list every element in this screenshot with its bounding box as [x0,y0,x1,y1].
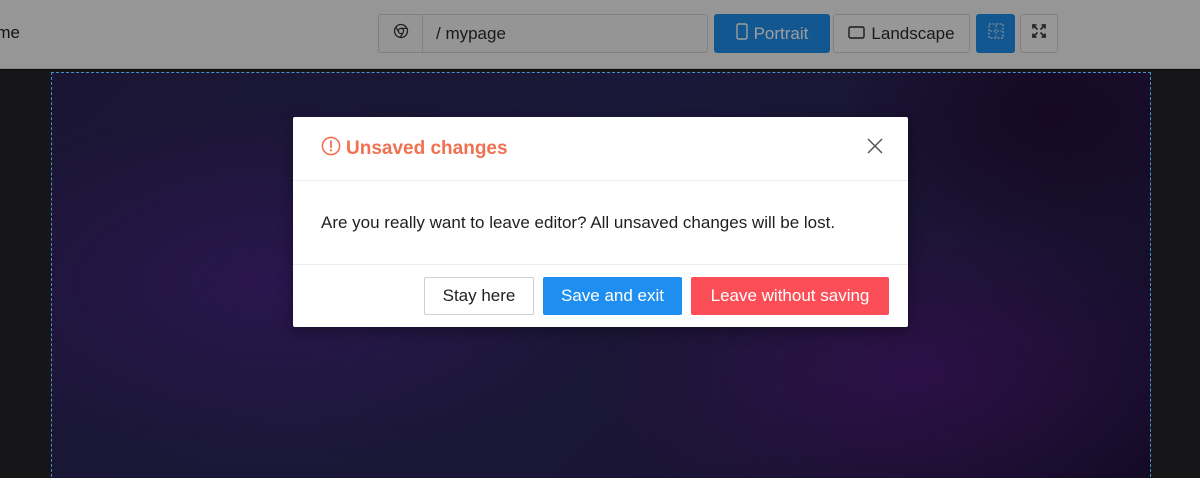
close-button[interactable] [864,137,886,159]
top-toolbar: me / mypage Portrait Landscape [0,0,1200,69]
save-and-exit-button[interactable]: Save and exit [543,277,682,315]
tablet-landscape-icon [848,24,866,44]
close-icon [867,137,883,159]
phone-portrait-icon [735,22,748,45]
unsaved-changes-dialog: Unsaved changes Are you really want to l… [293,117,908,327]
toggle-grid-button[interactable] [976,14,1015,53]
url-bar[interactable]: / mypage [378,14,708,53]
fullscreen-icon [1031,23,1047,44]
stay-here-button[interactable]: Stay here [424,277,534,315]
dialog-title-text: Unsaved changes [346,137,508,159]
leave-without-saving-button[interactable]: Leave without saving [691,277,889,315]
grid-icon [987,23,1004,44]
warning-circle-icon [321,136,341,162]
url-text: / mypage [436,23,506,43]
url-icon-cell [379,15,423,52]
fullscreen-button[interactable] [1020,14,1058,53]
chrome-icon [393,23,409,44]
portrait-button[interactable]: Portrait [714,14,830,53]
dialog-title: Unsaved changes [321,136,508,162]
app-name: me [0,23,20,42]
landscape-label: Landscape [871,23,955,43]
dialog-header: Unsaved changes [293,117,908,181]
dialog-footer: Stay here Save and exit Leave without sa… [293,265,908,326]
portrait-label: Portrait [753,23,809,43]
landscape-button[interactable]: Landscape [833,14,970,53]
dialog-message: Are you really want to leave editor? All… [293,181,908,265]
